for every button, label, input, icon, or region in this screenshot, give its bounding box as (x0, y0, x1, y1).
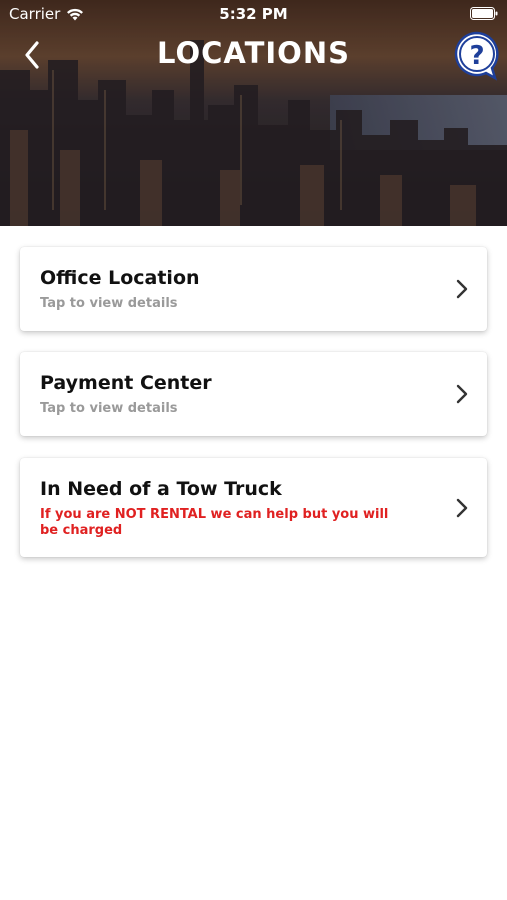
card-title: Payment Center (40, 372, 212, 394)
card-warning-text: If you are NOT RENTAL we can help but yo… (40, 507, 389, 538)
city-skyline-image (0, 0, 507, 226)
payment-center-card[interactable]: Payment Center Tap to view details (20, 352, 487, 436)
chevron-right-icon (456, 384, 468, 404)
battery-icon (470, 7, 498, 20)
header-city-banner: Carrier 5:32 PM LOCATIONS ? (0, 0, 507, 226)
status-bar: Carrier 5:32 PM (0, 0, 507, 28)
help-button[interactable]: ? (453, 31, 501, 81)
tow-truck-card[interactable]: In Need of a Tow Truck If you are NOT RE… (20, 458, 487, 557)
page-title: LOCATIONS (157, 36, 350, 70)
locations-screen: Carrier 5:32 PM LOCATIONS ? Office Locat… (0, 0, 507, 900)
card-title: In Need of a Tow Truck (40, 478, 282, 500)
question-bubble-icon: ? (454, 31, 499, 81)
chevron-right-icon (456, 279, 468, 299)
svg-text:?: ? (469, 41, 484, 71)
card-subtitle: Tap to view details (40, 296, 178, 311)
office-location-card[interactable]: Office Location Tap to view details (20, 247, 487, 331)
card-title: Office Location (40, 267, 200, 289)
status-time: 5:32 PM (219, 5, 288, 23)
chevron-right-icon (456, 498, 468, 518)
card-subtitle: Tap to view details (40, 401, 178, 416)
